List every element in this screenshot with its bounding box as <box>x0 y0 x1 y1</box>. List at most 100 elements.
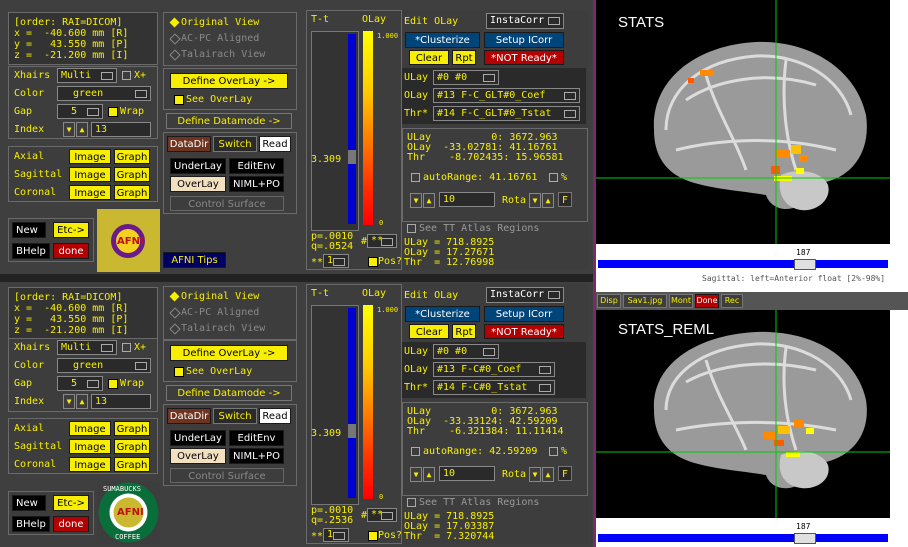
control-surface-button[interactable]: Control Surface <box>170 196 284 211</box>
index-field[interactable]: 13 <box>91 394 151 409</box>
axial-graph-button[interactable]: Graph <box>114 421 150 436</box>
range-value-field[interactable]: 10 <box>439 192 495 207</box>
switch-button[interactable]: Switch <box>213 136 257 152</box>
underlay-button[interactable]: UnderLay <box>170 158 226 174</box>
new-button[interactable]: New <box>12 495 46 511</box>
thr-menu[interactable]: #14 F-C_GLT#0_Tstat <box>433 106 580 121</box>
sagittal-image-top[interactable]: STATS <box>596 0 890 244</box>
etc-button[interactable]: Etc-> <box>53 495 89 511</box>
xhairs-menu[interactable]: Multi <box>57 68 117 83</box>
axial-image-button[interactable]: Image <box>69 149 111 164</box>
autorange-checkbox[interactable] <box>411 173 420 182</box>
clusterize-button[interactable]: *Clusterize <box>405 306 480 322</box>
axial-graph-button[interactable]: Graph <box>114 149 150 164</box>
range-value-field[interactable]: 10 <box>439 466 495 481</box>
afni-tips-button[interactable]: AFNI Tips <box>163 252 226 268</box>
threshold-slider-thumb[interactable] <box>348 424 356 438</box>
niml-button[interactable]: NIML+PO <box>229 448 284 464</box>
original-view-radio[interactable] <box>169 17 180 28</box>
talairach-radio[interactable] <box>169 49 181 61</box>
xplus-checkbox[interactable] <box>122 343 131 352</box>
mont-button[interactable]: Mont <box>669 294 693 308</box>
threshold-slider-thumb[interactable] <box>348 150 356 164</box>
rota-down-arrow-icon[interactable]: ▼ <box>529 467 541 482</box>
setup-icorr-button[interactable]: Setup ICorr <box>484 306 564 322</box>
save-button[interactable]: Sav1.jpg <box>623 294 667 308</box>
viewer-done-button[interactable]: Done <box>695 294 719 308</box>
overlay-button[interactable]: OverLay <box>170 448 226 464</box>
setup-icorr-button[interactable]: Setup ICorr <box>484 32 564 48</box>
coronal-graph-button[interactable]: Graph <box>114 185 150 200</box>
afni-logo[interactable]: AFNI <box>97 209 160 272</box>
range-down-arrow-icon[interactable]: ▼ <box>410 193 422 208</box>
thr-menu[interactable]: #14 F-C#0_Tstat <box>433 380 555 395</box>
pos-checkbox[interactable] <box>368 531 378 541</box>
overlay-button[interactable]: OverLay <box>170 176 226 192</box>
instacorr-menu[interactable]: InstaCorr <box>486 13 564 29</box>
atlas-checkbox[interactable] <box>407 224 416 233</box>
done-button[interactable]: done <box>53 516 89 532</box>
clusterize-button[interactable]: *Clusterize <box>405 32 480 48</box>
rec-button[interactable]: Rec <box>721 294 743 308</box>
bhelp-button[interactable]: BHelp <box>12 243 50 259</box>
define-overlay-button[interactable]: Define OverLay -> <box>170 345 288 361</box>
slice-slider-bottom[interactable] <box>598 533 888 544</box>
done-button[interactable]: done <box>53 243 89 259</box>
sagittal-graph-button[interactable]: Graph <box>114 167 150 182</box>
index-field[interactable]: 13 <box>91 122 151 137</box>
read-button[interactable]: Read <box>259 408 291 424</box>
control-surface-button[interactable]: Control Surface <box>170 468 284 483</box>
ulay-menu[interactable]: #0 #0 <box>433 344 499 359</box>
pos-checkbox[interactable] <box>368 257 378 267</box>
slice-slider-thumb-bottom[interactable] <box>794 533 816 544</box>
olay-menu[interactable]: #13 F-C_GLT#0_Coef <box>433 88 580 103</box>
rpt-button[interactable]: Rpt <box>452 324 476 339</box>
rpt-button[interactable]: Rpt <box>452 50 476 65</box>
star-menu[interactable]: 1 <box>323 528 349 542</box>
autorange-checkbox[interactable] <box>411 447 420 456</box>
gap-menu[interactable]: 5 <box>57 376 103 391</box>
define-datamode-button[interactable]: Define Datamode -> <box>166 113 292 129</box>
olay-menu[interactable]: #13 F-C#0_Coef <box>433 362 555 377</box>
xhairs-menu[interactable]: Multi <box>57 340 117 355</box>
underlay-button[interactable]: UnderLay <box>170 430 226 446</box>
sagittal-image-button[interactable]: Image <box>69 167 111 182</box>
hash-menu[interactable]: ** <box>367 234 397 248</box>
f-button[interactable]: F <box>558 466 572 481</box>
clear-button[interactable]: Clear <box>409 324 449 339</box>
slice-slider-top[interactable] <box>598 259 888 270</box>
talairach-radio[interactable] <box>169 323 181 335</box>
coordinate-display[interactable]: [order: RAI=DICOM] x = -40.600 mm [R] y … <box>8 287 158 340</box>
sagittal-image-bottom[interactable]: STATS_REML <box>596 310 890 518</box>
not-ready-button[interactable]: *NOT Ready* <box>484 50 564 65</box>
editenv-button[interactable]: EditEnv <box>229 430 284 446</box>
wrap-checkbox[interactable] <box>108 107 118 117</box>
acpc-radio[interactable] <box>169 307 181 319</box>
datadir-button[interactable]: DataDir <box>167 408 211 424</box>
xplus-checkbox[interactable] <box>122 71 131 80</box>
define-overlay-button[interactable]: Define OverLay -> <box>170 73 288 89</box>
coronal-image-button[interactable]: Image <box>69 457 111 472</box>
range-down-arrow-icon[interactable]: ▼ <box>410 467 422 482</box>
bhelp-button[interactable]: BHelp <box>12 516 50 532</box>
color-bar[interactable] <box>363 31 373 225</box>
pct-checkbox[interactable] <box>549 173 558 182</box>
pct-checkbox[interactable] <box>549 447 558 456</box>
not-ready-button[interactable]: *NOT Ready* <box>484 324 564 339</box>
hash-menu[interactable]: ** <box>367 508 397 522</box>
rota-up-arrow-icon[interactable]: ▲ <box>542 467 554 482</box>
atlas-checkbox[interactable] <box>407 498 416 507</box>
new-button[interactable]: New <box>12 222 46 238</box>
clear-button[interactable]: Clear <box>409 50 449 65</box>
ulay-menu[interactable]: #0 #0 <box>433 70 499 85</box>
see-overlay-checkbox[interactable] <box>174 367 184 377</box>
color-menu[interactable]: green <box>57 86 151 101</box>
editenv-button[interactable]: EditEnv <box>229 158 284 174</box>
f-button[interactable]: F <box>558 192 572 207</box>
index-up-arrow-icon[interactable]: ▲ <box>76 394 88 409</box>
read-button[interactable]: Read <box>259 136 291 152</box>
index-down-arrow-icon[interactable]: ▼ <box>63 122 75 137</box>
coronal-graph-button[interactable]: Graph <box>114 457 150 472</box>
threshold-slider[interactable] <box>311 305 359 505</box>
original-view-radio[interactable] <box>169 291 180 302</box>
